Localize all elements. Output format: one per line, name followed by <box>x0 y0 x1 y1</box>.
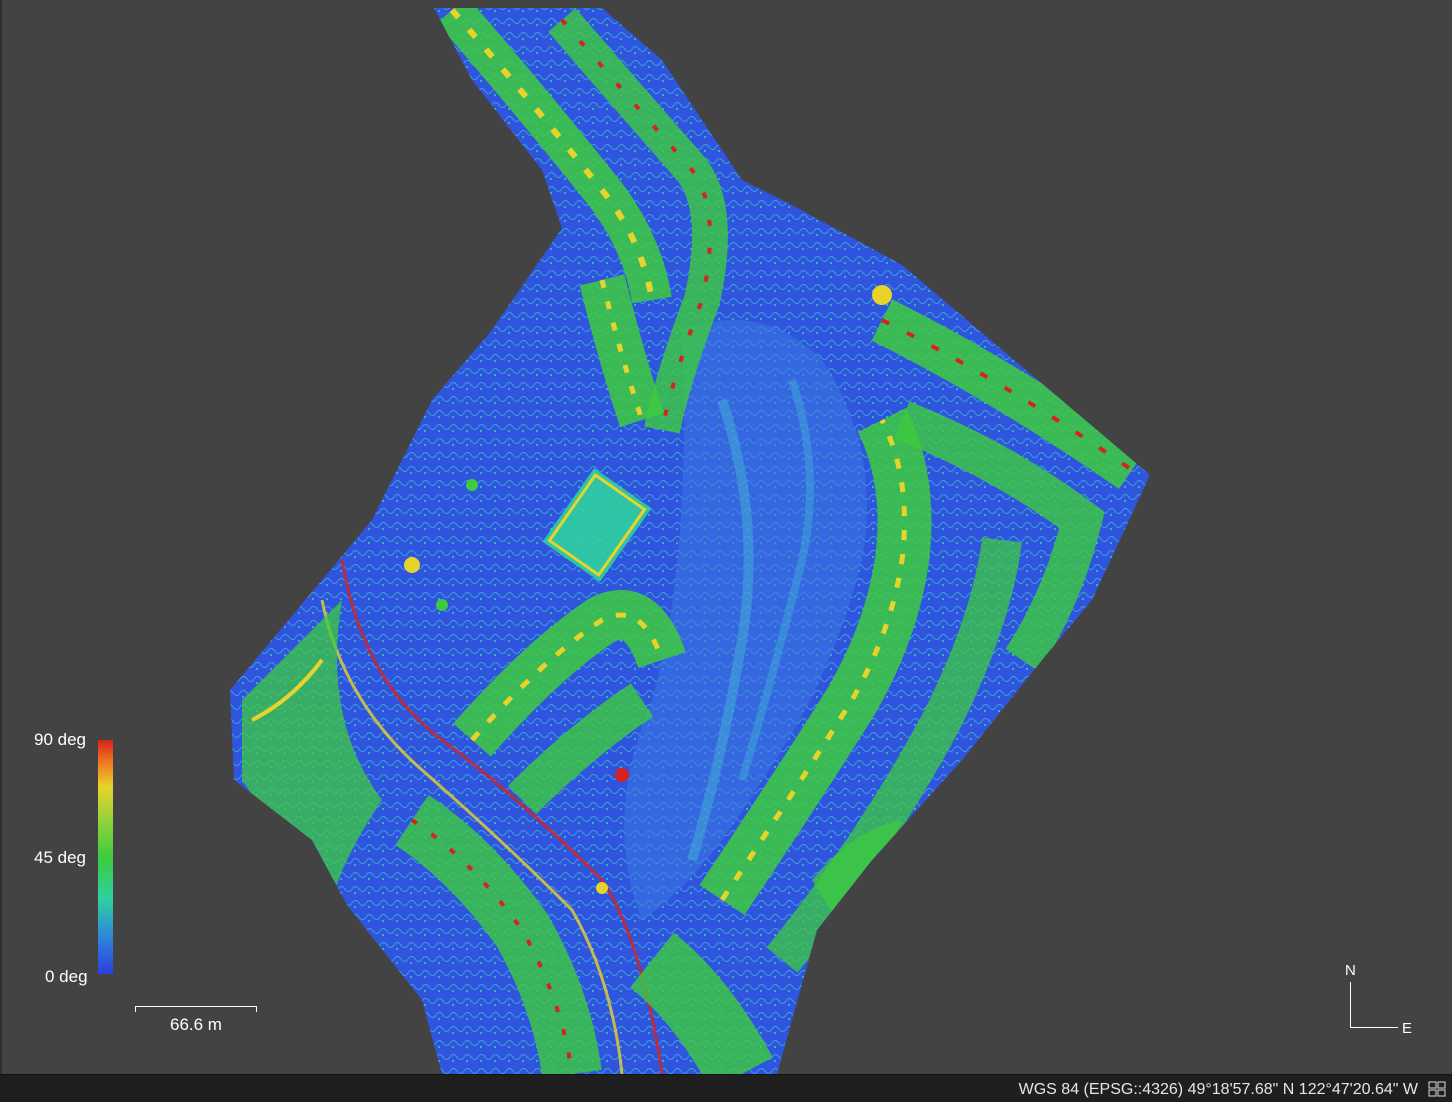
map-viewport[interactable]: 90 deg 45 deg 0 deg 66.6 m N E <box>0 0 1452 1074</box>
application-window: 90 deg 45 deg 0 deg 66.6 m N E WGS 84 (E… <box>0 0 1452 1102</box>
color-ramp-legend <box>98 740 113 974</box>
north-axis-line <box>1350 982 1351 1028</box>
north-label: N <box>1345 962 1356 979</box>
north-arrow: N E <box>1342 960 1422 1040</box>
layout-grid-icon[interactable] <box>1428 1081 1446 1097</box>
status-bar: WGS 84 (EPSG::4326) 49°18'57.68" N 122°4… <box>0 1074 1452 1102</box>
legend-max-label: 90 deg <box>34 730 86 749</box>
east-axis-line <box>1350 1027 1398 1028</box>
slope-raster[interactable] <box>2 0 1452 1074</box>
legend-mid-label: 45 deg <box>34 848 86 867</box>
coordinate-readout: WGS 84 (EPSG::4326) 49°18'57.68" N 122°4… <box>1018 1081 1418 1098</box>
scale-bar <box>135 1006 257 1012</box>
legend-min-label: 0 deg <box>45 967 88 986</box>
east-label: E <box>1402 1020 1413 1037</box>
scale-bar-label: 66.6 m <box>170 1015 222 1034</box>
